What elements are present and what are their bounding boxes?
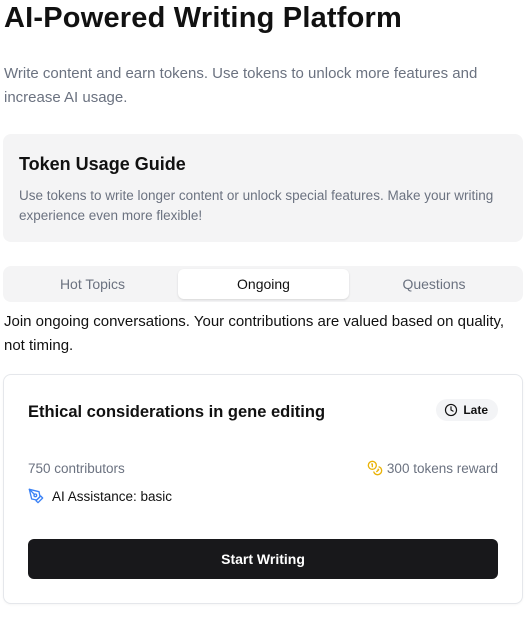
pen-tool-icon (28, 488, 44, 504)
start-writing-button[interactable]: Start Writing (28, 539, 498, 579)
guide-text: Use tokens to write longer content or un… (19, 188, 494, 223)
late-badge: Late (436, 399, 498, 421)
tab-questions[interactable]: Questions (349, 269, 519, 299)
guide-title: Token Usage Guide (19, 154, 186, 174)
topic-tabs: Hot Topics Ongoing Questions (3, 266, 523, 302)
topic-title: Ethical considerations in gene editing (28, 403, 326, 421)
late-badge-label: Late (463, 403, 488, 417)
token-reward-label: 300 tokens reward (386, 460, 498, 476)
token-usage-guide-card: Token Usage Guide Use tokens to write lo… (3, 134, 523, 242)
contributors-count: 750 contributors (28, 461, 125, 476)
page-description: Write content and earn tokens. Use token… (4, 65, 478, 106)
ai-assistance-label: AI Assistance: basic (52, 488, 173, 504)
topic-card: Ethical considerations in gene editing L… (3, 374, 523, 604)
page-title: AI-Powered Writing Platform (4, 2, 403, 34)
clock-icon (445, 403, 458, 417)
ai-assistance: AI Assistance: basic (28, 488, 172, 504)
tab-ongoing[interactable]: Ongoing (178, 269, 349, 299)
tab-hot-topics[interactable]: Hot Topics (7, 269, 178, 299)
ongoing-description: Join ongoing conversations. Your contrib… (4, 313, 505, 354)
coins-icon (367, 460, 383, 476)
token-reward: 300 tokens reward (367, 460, 498, 476)
